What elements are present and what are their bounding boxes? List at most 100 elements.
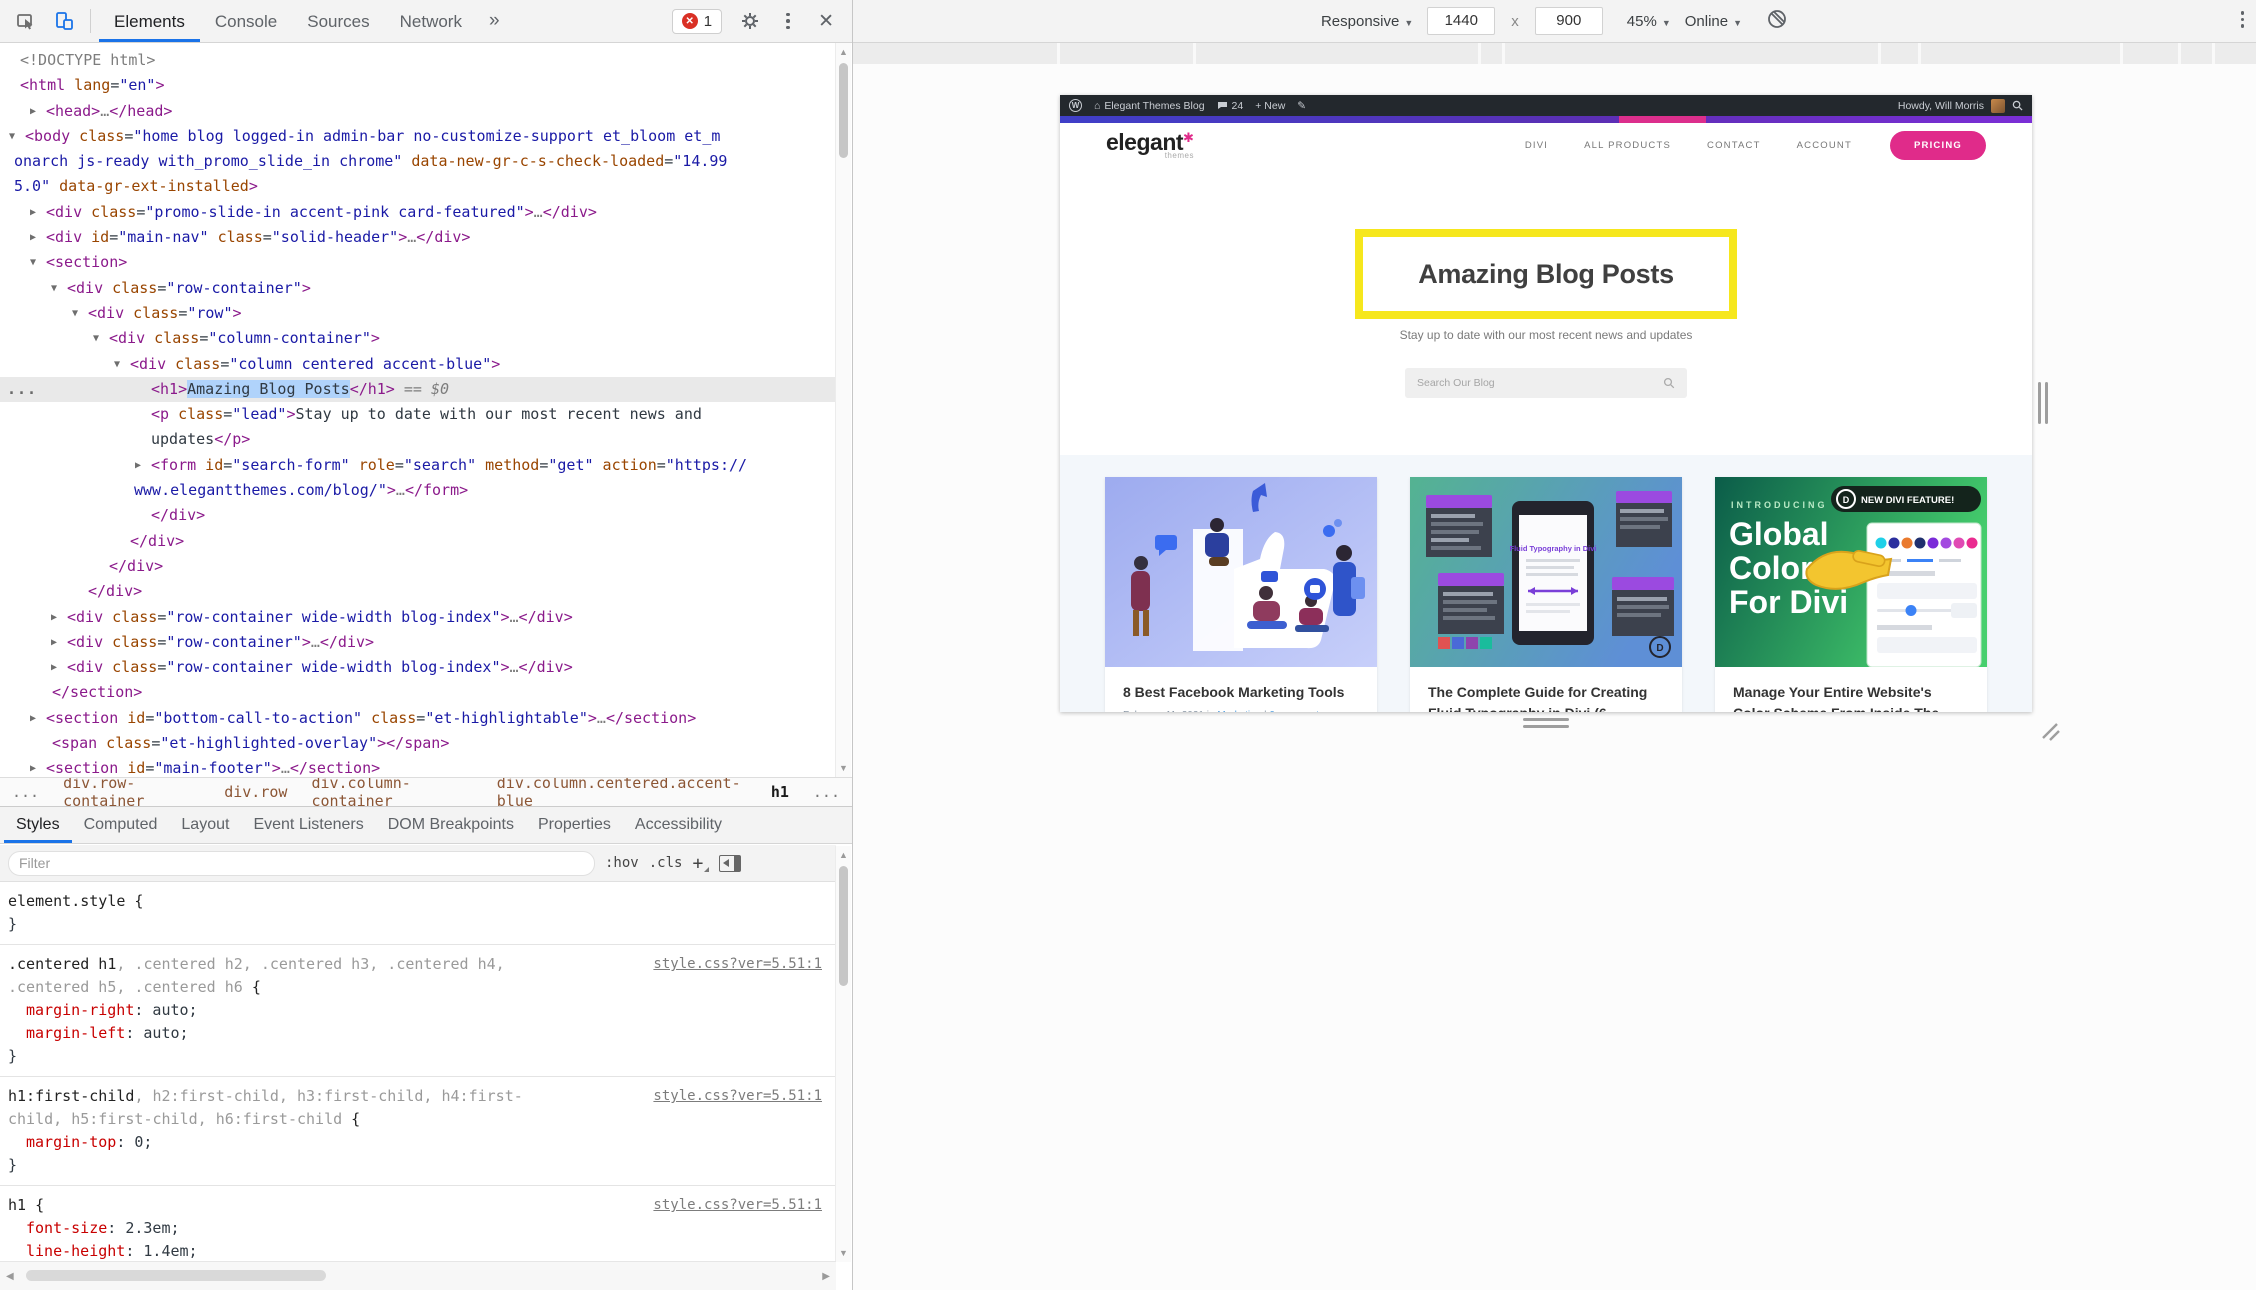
post-card[interactable]: INTRODUCING Global Colors For Divi D NEW… bbox=[1715, 477, 1987, 712]
post-thumbnail-global-colors[interactable]: INTRODUCING Global Colors For Divi D NEW… bbox=[1715, 477, 1987, 667]
breadcrumb-item[interactable]: div.column-container bbox=[311, 777, 472, 806]
dom-tree-line[interactable]: <html lang="en"> bbox=[0, 73, 836, 98]
admin-bar-site-name[interactable]: ⌂Elegant Themes Blog bbox=[1094, 100, 1205, 112]
console-error-badge[interactable]: ✕ 1 bbox=[672, 9, 722, 34]
styles-scrollbar[interactable]: ▲ ▼ bbox=[835, 846, 851, 1262]
device-options-kebab-icon[interactable] bbox=[2241, 11, 2245, 28]
post-card[interactable]: 8 Best Facebook Marketing Tools February… bbox=[1105, 477, 1377, 712]
css-property[interactable]: margin-left: auto; bbox=[8, 1022, 828, 1045]
styles-filter-input[interactable]: Filter bbox=[8, 851, 595, 876]
nav-item-account[interactable]: ACCOUNT bbox=[1797, 140, 1852, 151]
dom-tree-line[interactable]: ...<h1>Amazing Blog Posts</h1> == $0 bbox=[0, 377, 836, 402]
breadcrumb-overflow-right[interactable]: ... bbox=[813, 783, 840, 801]
rendered-page[interactable]: W ⌂Elegant Themes Blog 24 + New ✎ Howdy,… bbox=[1060, 95, 2032, 712]
dom-tree-line[interactable]: ▼<body class="home blog logged-in admin-… bbox=[0, 124, 836, 149]
search-icon[interactable] bbox=[1663, 377, 1675, 389]
post-category-link[interactable]: Marketing bbox=[1217, 710, 1261, 712]
zoom-select[interactable]: 45%▼ bbox=[1627, 13, 1671, 30]
dom-tree-line[interactable]: ▶<div id="main-nav" class="solid-header"… bbox=[0, 225, 836, 250]
viewport-resize-handle-bottom[interactable] bbox=[1523, 718, 1569, 728]
scroll-left-arrow-icon[interactable]: ◀ bbox=[0, 1262, 20, 1290]
post-card[interactable]: Fluid Typography in Divi D The Complete … bbox=[1410, 477, 1682, 712]
post-title[interactable]: The Complete Guide for Creating Fluid Ty… bbox=[1428, 682, 1664, 712]
admin-bar-comments[interactable]: 24 bbox=[1217, 100, 1244, 112]
dom-tree-line[interactable]: updates</p> bbox=[0, 427, 836, 452]
styles-tab-accessibility[interactable]: Accessibility bbox=[623, 807, 734, 843]
breadcrumb-overflow-left[interactable]: ... bbox=[12, 783, 39, 801]
dom-tree-line[interactable]: ▼<div class="row-container"> bbox=[0, 276, 836, 301]
dom-tree-line[interactable]: </section> bbox=[0, 680, 836, 705]
blog-search-input[interactable]: Search Our Blog bbox=[1405, 368, 1687, 398]
settings-gear-icon[interactable] bbox=[732, 3, 768, 39]
css-property[interactable]: font-size: 2.3em; bbox=[8, 1217, 828, 1240]
css-rule[interactable]: style.css?ver=5.51:1h1 {font-size: 2.3em… bbox=[0, 1186, 836, 1262]
search-icon[interactable] bbox=[2012, 100, 2023, 111]
stylesheet-link[interactable]: style.css?ver=5.51:1 bbox=[653, 1194, 822, 1217]
dom-tree-line[interactable]: </div> bbox=[0, 554, 836, 579]
post-title[interactable]: 8 Best Facebook Marketing Tools bbox=[1123, 682, 1359, 703]
css-rule[interactable]: style.css?ver=5.51:1.centered h1, .cente… bbox=[0, 945, 836, 1077]
css-property[interactable]: line-height: 1.4em; bbox=[8, 1240, 828, 1262]
tab-console[interactable]: Console bbox=[200, 1, 292, 42]
nav-item-divi[interactable]: DIVI bbox=[1525, 140, 1548, 151]
dom-tree-scrollbar[interactable]: ▲ ▼ bbox=[835, 43, 851, 777]
css-property[interactable]: margin-right: auto; bbox=[8, 999, 828, 1022]
dom-tree-line[interactable]: www.elegantthemes.com/blog/">…</form> bbox=[0, 478, 836, 503]
dom-tree-line[interactable]: onarch js-ready with_promo_slide_in chro… bbox=[0, 149, 836, 174]
styles-horizontal-scrollbar[interactable]: ◀ ▶ bbox=[0, 1261, 836, 1290]
breadcrumb-item[interactable]: h1 bbox=[771, 783, 789, 801]
viewport-height-input[interactable]: 900 bbox=[1535, 7, 1603, 35]
rotate-viewport-icon[interactable] bbox=[1766, 8, 1788, 34]
dom-tree-line[interactable]: <span class="et-highlighted-overlay"></s… bbox=[0, 731, 836, 756]
more-tabs-icon[interactable]: » bbox=[479, 10, 510, 32]
dom-tree-line[interactable]: ▶<head>…</head> bbox=[0, 99, 836, 124]
tab-elements[interactable]: Elements bbox=[99, 1, 200, 42]
dom-tree-line[interactable]: ▼<div class="row"> bbox=[0, 301, 836, 326]
dom-tree-line[interactable]: ▼<section> bbox=[0, 250, 836, 275]
styles-tab-computed[interactable]: Computed bbox=[72, 807, 170, 843]
tab-sources[interactable]: Sources bbox=[292, 1, 384, 42]
viewport-resize-corner-grip[interactable] bbox=[2033, 714, 2061, 742]
stylesheet-link[interactable]: style.css?ver=5.51:1 bbox=[653, 1085, 822, 1108]
dom-tree-line[interactable]: ▶<div class="row-container wide-width bl… bbox=[0, 605, 836, 630]
devtools-menu-kebab-icon[interactable] bbox=[770, 3, 806, 39]
css-rule[interactable]: element.style {} bbox=[0, 882, 836, 945]
dom-tree-line[interactable]: ▶<div class="row-container">…</div> bbox=[0, 630, 836, 655]
network-throttle-select[interactable]: Online▼ bbox=[1685, 13, 1742, 30]
computed-sidebar-toggle-icon[interactable] bbox=[719, 855, 741, 872]
dom-tree-line[interactable]: ▶<div class="promo-slide-in accent-pink … bbox=[0, 200, 836, 225]
post-comments-link[interactable]: 0 comments bbox=[1269, 710, 1323, 712]
wp-logo-icon[interactable]: W bbox=[1069, 99, 1082, 112]
dom-tree-line[interactable]: ▶<section id="bottom-call-to-action" cla… bbox=[0, 706, 836, 731]
devtools-close-icon[interactable]: ✕ bbox=[808, 10, 844, 33]
post-title[interactable]: Manage Your Entire Website's Color Schem… bbox=[1733, 682, 1969, 712]
device-toolbar-toggle-icon[interactable] bbox=[46, 3, 82, 39]
edit-pencil-icon[interactable]: ✎ bbox=[1297, 100, 1306, 112]
dom-tree-line[interactable]: ▶<form id="search-form" role="search" me… bbox=[0, 453, 836, 478]
dom-tree-line[interactable]: ▼<div class="column centered accent-blue… bbox=[0, 352, 836, 377]
tab-network[interactable]: Network bbox=[385, 1, 477, 42]
new-style-rule-button[interactable]: + bbox=[692, 853, 709, 874]
admin-bar-new-button[interactable]: + New bbox=[1255, 100, 1285, 112]
stylesheet-link[interactable]: style.css?ver=5.51:1 bbox=[653, 953, 822, 976]
post-thumbnail-fluid-typography[interactable]: Fluid Typography in Divi D bbox=[1410, 477, 1682, 667]
dom-tree-line[interactable]: ▼<div class="column-container"> bbox=[0, 326, 836, 351]
css-property[interactable]: margin-top: 0; bbox=[8, 1131, 828, 1154]
styles-tab-layout[interactable]: Layout bbox=[169, 807, 241, 843]
dom-tree-line[interactable]: <p class="lead">Stay up to date with our… bbox=[0, 402, 836, 427]
admin-bar-howdy[interactable]: Howdy, Will Morris bbox=[1898, 100, 1984, 112]
avatar[interactable] bbox=[1991, 99, 2005, 113]
inspect-element-icon[interactable] bbox=[8, 3, 44, 39]
styles-tab-properties[interactable]: Properties bbox=[526, 807, 623, 843]
toggle-hover-state[interactable]: :hov bbox=[605, 855, 639, 871]
nav-item-contact[interactable]: CONTACT bbox=[1707, 140, 1761, 151]
toggle-classes[interactable]: .cls bbox=[649, 855, 683, 871]
dom-tree-line[interactable]: </div> bbox=[0, 579, 836, 604]
dom-tree-line[interactable]: <!DOCTYPE html> bbox=[0, 48, 836, 73]
post-thumbnail-facebook-marketing[interactable] bbox=[1105, 477, 1377, 667]
breadcrumb-item[interactable]: div.column.centered.accent-blue bbox=[497, 777, 747, 806]
breadcrumb-item[interactable]: div.row bbox=[224, 783, 287, 801]
styles-tab-styles[interactable]: Styles bbox=[4, 807, 72, 843]
device-select[interactable]: Responsive▼ bbox=[1321, 13, 1413, 30]
css-rule[interactable]: style.css?ver=5.51:1h1:first-child, h2:f… bbox=[0, 1077, 836, 1186]
